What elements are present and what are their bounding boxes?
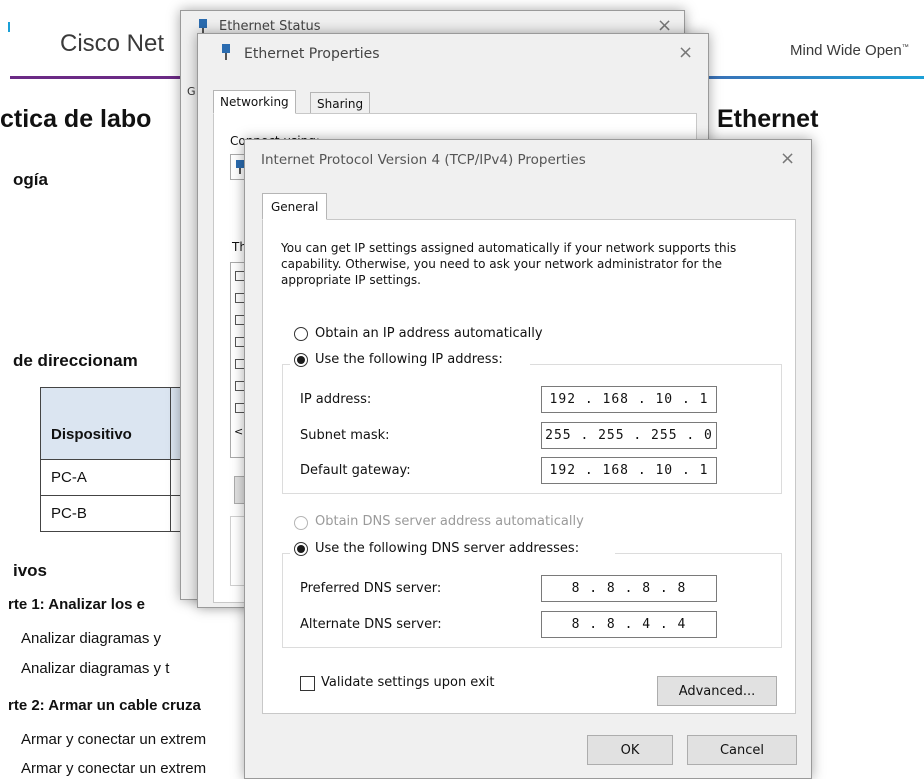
ipv4-properties-title: Internet Protocol Version 4 (TCP/IPv4) P… xyxy=(261,152,586,168)
table-row-pc-a: PC-A xyxy=(40,459,171,496)
default-gateway-field[interactable]: 192 . 168 . 10 . 1 xyxy=(541,457,717,484)
part-1-item-1: Analizar diagramas y xyxy=(21,630,162,647)
part-2-item-2: Armar y conectar un extrem xyxy=(21,760,207,777)
document-title-right: Ethernet xyxy=(717,105,819,133)
ok-button[interactable]: OK xyxy=(587,735,673,765)
preferred-dns-field[interactable]: 8 . 8 . 8 . 8 xyxy=(541,575,717,602)
part-2-item-1: Armar y conectar un extrem xyxy=(21,731,207,748)
table-header-dispositivo: Dispositivo xyxy=(40,387,171,460)
validate-settings-label[interactable]: Validate settings upon exit xyxy=(321,675,494,690)
document-title-left: ctica de labo xyxy=(0,105,152,133)
ipv4-description: You can get IP settings assigned automat… xyxy=(281,241,737,287)
part-1-item-2: Analizar diagramas y t xyxy=(21,660,170,677)
use-following-ip-radio[interactable] xyxy=(294,353,308,367)
network-adapter-icon xyxy=(222,44,230,60)
subnet-mask-label: Subnet mask: xyxy=(300,428,390,443)
section-objetivos: ivos xyxy=(13,561,48,580)
obtain-dns-auto-label[interactable]: Obtain DNS server address automatically xyxy=(315,514,584,529)
tagline-text: Mind Wide Open xyxy=(790,42,902,59)
preferred-dns-label: Preferred DNS server: xyxy=(300,581,442,596)
ip-address-label: IP address: xyxy=(300,392,372,407)
ipv4-properties-titlebar[interactable]: Internet Protocol Version 4 (TCP/IPv4) P… xyxy=(245,140,811,170)
obtain-ip-auto-radio[interactable] xyxy=(294,327,308,341)
use-following-dns-label[interactable]: Use the following DNS server addresses: xyxy=(315,541,579,556)
cancel-button[interactable]: Cancel xyxy=(687,735,797,765)
tab-general-fragment[interactable]: G xyxy=(187,85,196,98)
use-following-dns-radio[interactable] xyxy=(294,542,308,556)
table-row-pc-b: PC-B xyxy=(40,495,171,532)
scroll-left-icon[interactable]: < xyxy=(234,425,243,438)
default-gateway-label: Default gateway: xyxy=(300,463,411,478)
subnet-mask-field[interactable]: 255 . 255 . 255 . 0 xyxy=(541,422,717,449)
document-header-title: Cisco Net xyxy=(60,30,165,57)
close-icon[interactable]: × xyxy=(780,148,795,169)
addressing-table: Dispositivo PC-A PC-B xyxy=(40,387,192,532)
advanced-button[interactable]: Advanced... xyxy=(657,676,777,706)
alternate-dns-label: Alternate DNS server: xyxy=(300,617,442,632)
cisco-logo-icon xyxy=(8,22,13,32)
part-1-heading: rte 1: Analizar los e xyxy=(8,596,145,613)
ethernet-properties-titlebar[interactable]: Ethernet Properties × xyxy=(198,34,708,64)
alternate-dns-field[interactable]: 8 . 8 . 4 . 4 xyxy=(541,611,717,638)
ethernet-status-title: Ethernet Status xyxy=(219,19,321,34)
validate-settings-checkbox[interactable] xyxy=(300,676,315,691)
close-icon[interactable]: × xyxy=(678,42,693,63)
ethernet-properties-title: Ethernet Properties xyxy=(244,46,380,62)
section-direccionamiento: de direccionam xyxy=(13,351,138,370)
general-tab-panel: You can get IP settings assigned automat… xyxy=(262,219,796,714)
ip-address-field[interactable]: 192 . 168 . 10 . 1 xyxy=(541,386,717,413)
use-following-ip-label[interactable]: Use the following IP address: xyxy=(315,352,503,367)
obtain-ip-auto-label[interactable]: Obtain an IP address automatically xyxy=(315,326,543,341)
obtain-dns-auto-radio[interactable] xyxy=(294,516,308,530)
tab-networking[interactable]: Networking xyxy=(213,90,296,114)
ipv4-properties-window[interactable]: Internet Protocol Version 4 (TCP/IPv4) P… xyxy=(244,139,812,779)
section-topologia: ogía xyxy=(13,170,48,189)
tab-general[interactable]: General xyxy=(262,193,328,220)
part-2-heading: rte 2: Armar un cable cruza xyxy=(8,697,201,714)
tab-sharing[interactable]: Sharing xyxy=(310,92,371,114)
document-header-tagline: Mind Wide Open™ xyxy=(790,42,909,59)
